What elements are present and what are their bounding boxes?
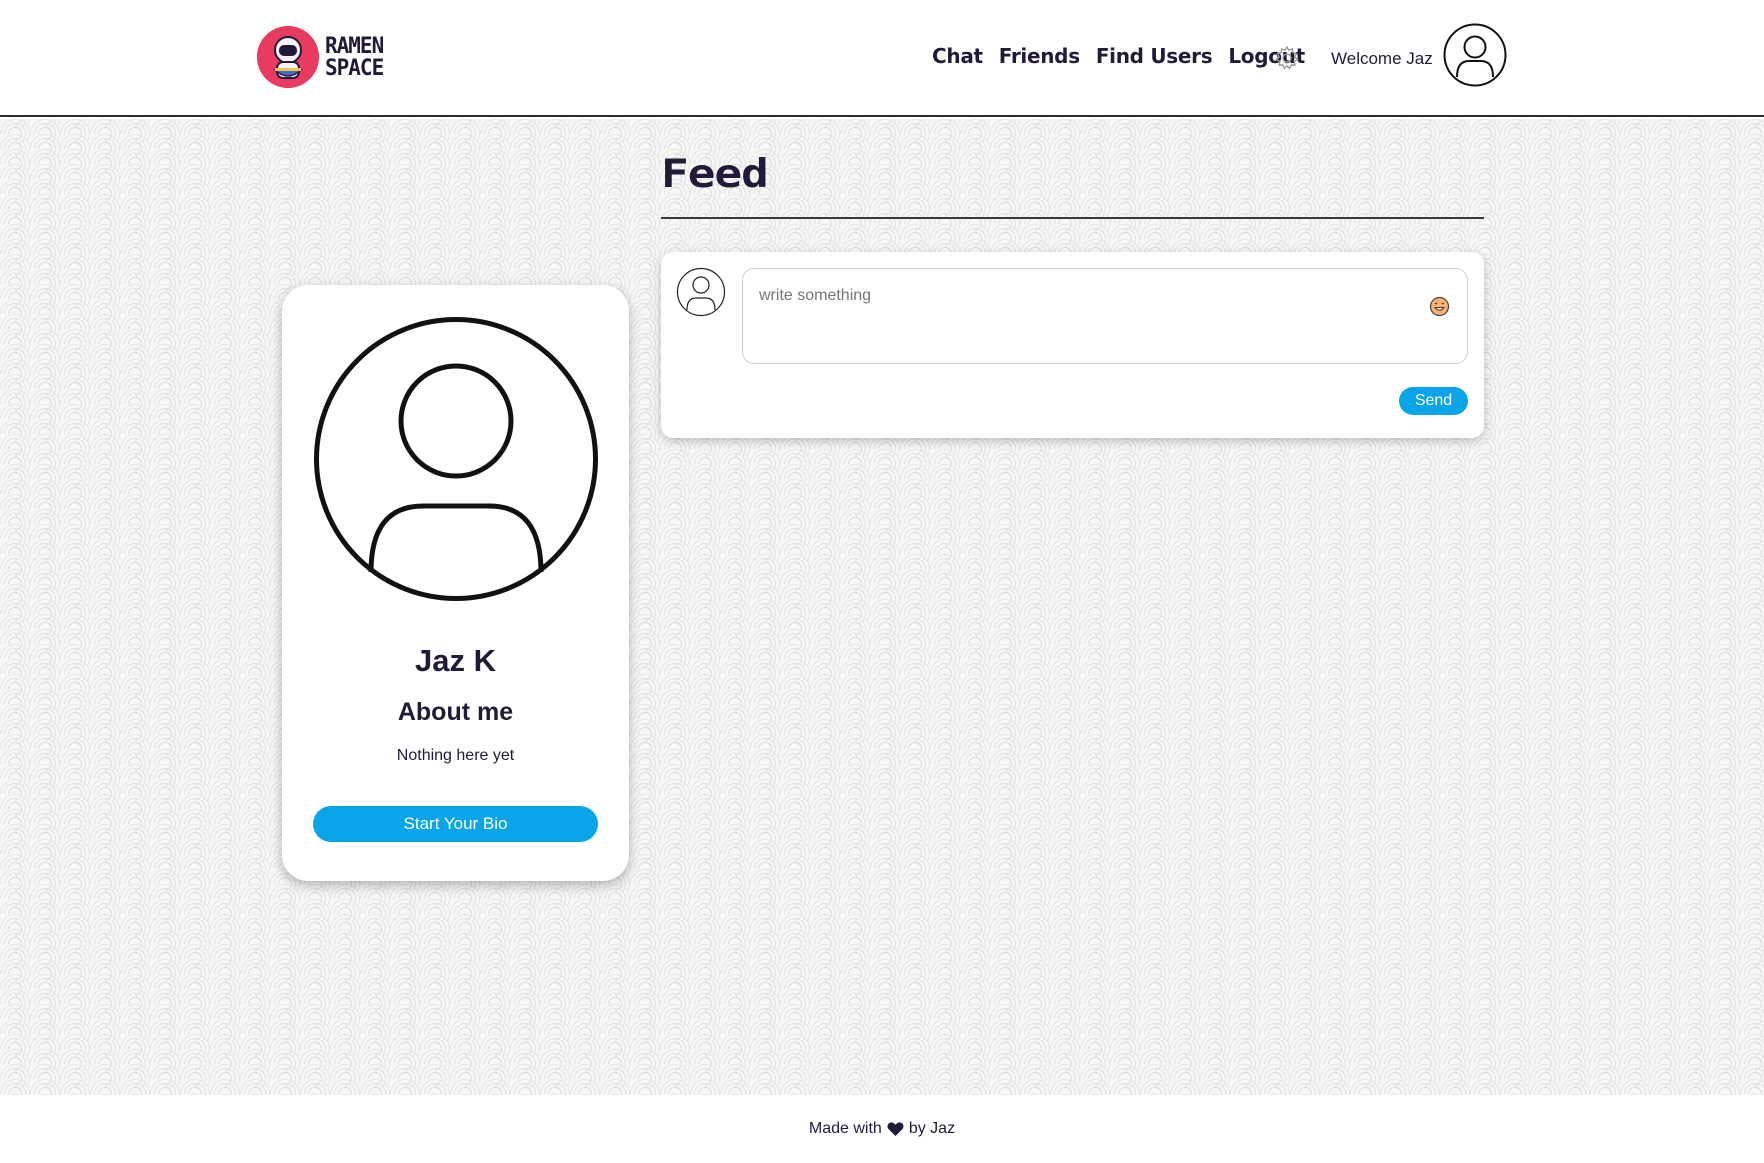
- main-nav: Chat Friends Find Users Logout: [932, 44, 1321, 68]
- nav-friends-link[interactable]: Friends: [999, 44, 1080, 68]
- feed-heading: Feed: [661, 150, 769, 197]
- feed-divider: [661, 217, 1484, 219]
- profile-card: Jaz K About me Nothing here yet Start Yo…: [282, 285, 629, 881]
- brand-logo[interactable]: RAMEN SPACE: [257, 24, 384, 90]
- about-me-heading: About me: [397, 698, 514, 726]
- smiley-icon[interactable]: [1429, 296, 1450, 317]
- brand-wordmark: RAMEN SPACE: [325, 32, 384, 81]
- start-bio-button[interactable]: Start Your Bio: [313, 806, 598, 842]
- footer-by: by Jaz: [908, 1120, 956, 1137]
- post-composer: Send: [661, 252, 1484, 438]
- post-input[interactable]: [742, 268, 1468, 364]
- brand-line-2: SPACE: [325, 54, 384, 81]
- profile-name: Jaz K: [415, 643, 496, 678]
- profile-avatar-icon: [313, 316, 599, 602]
- send-button[interactable]: Send: [1399, 387, 1468, 415]
- user-circle-icon[interactable]: [1443, 23, 1507, 87]
- footer-made-with: Made with: [808, 1120, 882, 1137]
- gear-icon[interactable]: [1273, 44, 1301, 72]
- about-me-text: Nothing here yet: [396, 747, 515, 764]
- footer: Made with by Jaz: [0, 1095, 1764, 1163]
- heart-icon: [887, 1121, 904, 1137]
- astronaut-logo-icon: [257, 26, 319, 88]
- welcome-text: Welcome Jaz: [1331, 49, 1433, 68]
- composer-avatar-icon: [676, 267, 726, 317]
- brand-line-1: RAMEN: [325, 32, 384, 59]
- top-navbar: RAMEN SPACE Chat Friends Find Users Logo…: [0, 0, 1764, 117]
- nav-chat-link[interactable]: Chat: [932, 44, 983, 68]
- nav-find-users-link[interactable]: Find Users: [1096, 44, 1213, 68]
